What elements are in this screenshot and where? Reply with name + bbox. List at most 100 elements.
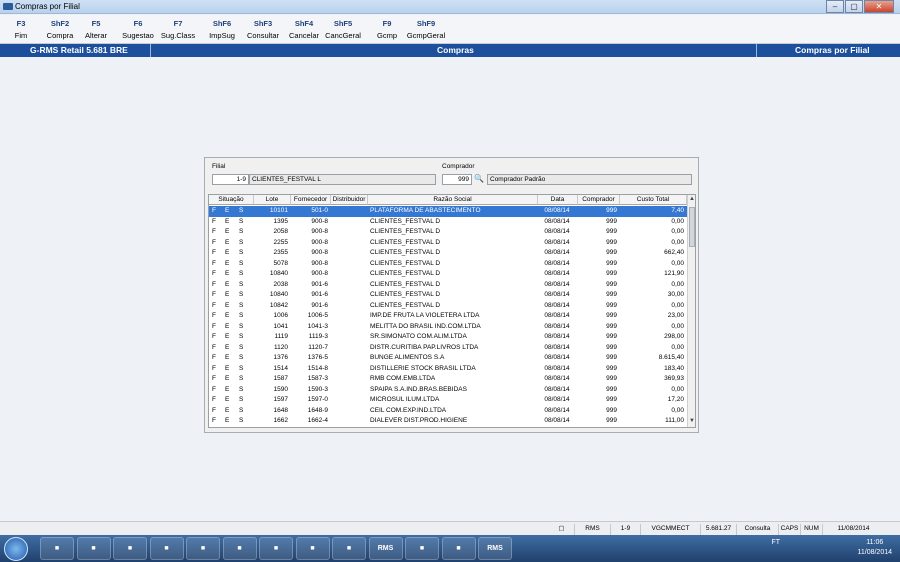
binoculars-icon[interactable]: 🔍 [474,174,484,183]
fkey-f6-button[interactable]: F6 Sugestao [116,19,160,40]
explorer-icon[interactable]: ■ [76,537,111,560]
cell-lote: 1662 [273,417,288,424]
cell-s3: S [239,417,244,424]
cell-lote: 10840 [269,270,288,277]
cell-s3: S [239,270,244,277]
fkey-shf3-button[interactable]: ShF3 Consultar [241,19,285,40]
fkey-label: Consultar [246,31,280,40]
table-row[interactable]: F E S 1587 1587-3 RMB COM.EMB.LTDA 08/08/14 999… [209,374,687,385]
cell-data: 08/08/14 [544,385,570,393]
app4-icon[interactable]: ■ [441,537,476,560]
table-row[interactable]: F E S 1376 1376-5 BUNGE ALIMENTOS S.A 08/08/14… [209,353,687,364]
cell-custo: 23,00 [667,312,684,319]
maximize-button[interactable]: ▢ [845,0,863,13]
table-row[interactable]: F E S 10840 901-6 CLIENTES_FESTVAL D 08/08/14 9… [209,290,687,301]
filial-code-field[interactable]: 1-9 [212,174,249,185]
table-row[interactable]: F E S 1514 1514-8 DISTILLERIE STOCK BRASIL LT… [209,364,687,375]
cell-comp: 999 [606,249,617,256]
cell-s1: F [212,270,216,277]
cell-s2: E [225,385,230,393]
table-row[interactable]: F E S 10840 900-8 CLIENTES_FESTVAL D 08/08/14 9… [209,269,687,280]
ie-icon[interactable]: ■ [40,537,74,560]
column-header-forn[interactable]: Fornecedor [291,195,331,205]
table-row[interactable]: F E S 10101 501-0 PLATAFORMA DE ABASTECIMENTO… [209,206,687,217]
fkey-shortcut: ShF6 [212,19,232,28]
column-header-razao[interactable]: Razão Social [368,195,538,205]
table-row[interactable]: F E S 1648 1648-9 CEIL COM.EXP.IND.LTDA 08/08/… [209,406,687,417]
cell-s2: E [225,249,230,256]
comprador-code-field[interactable]: 999 [442,174,472,185]
column-header-sit[interactable]: Situação [209,195,254,205]
table-row[interactable]: F E S 1006 1006-5 IMP.DE FRUTA LA VIOLETERA L… [209,311,687,322]
app2-icon[interactable]: ■ [295,537,330,560]
table-row[interactable]: F E S 2038 901-6 CLIENTES_FESTVAL D 08/08/14 99… [209,280,687,291]
scroll-up-icon[interactable]: ▲ [689,196,695,202]
cell-lote: 2058 [273,228,288,235]
fkey-shortcut: F5 [91,19,101,28]
cell-s1: F [212,249,216,256]
scroll-down-icon[interactable]: ▼ [689,418,695,424]
start-button[interactable] [4,537,28,561]
fkey-shortcut: ShF5 [333,19,353,28]
pdf-icon[interactable]: ■ [405,537,439,560]
fkey-shf6-button[interactable]: ShF6 ImpSug [200,19,244,40]
cell-s3: S [239,259,244,267]
fkey-label: Gcmp [376,31,397,40]
close-button[interactable]: ✕ [864,0,894,13]
cell-s1: F [212,343,216,351]
cell-razao: SR.SIMONATO COM.ALIM.LTDA [370,333,467,340]
fkey-f7-button[interactable]: F7 Sug.Class [156,19,200,40]
system-clock[interactable]: 11:06 11/08/2014 [857,538,892,558]
fkey-label: Fim [14,31,28,40]
column-header-data[interactable]: Data [538,195,578,205]
table-row[interactable]: F E S 2355 900-8 CLIENTES_FESTVAL D 08/08/14 99… [209,248,687,259]
table-row[interactable]: F E S 1119 1119-3 SR.SIMONATO COM.ALIM.LTDA 08… [209,332,687,343]
grid-scrollbar[interactable]: ▲ ▼ [687,195,695,427]
lync-icon[interactable]: ■ [186,537,220,560]
table-row[interactable]: F E S 1590 1590-3 SPAIPA S.A.IND.BRAS.BEBIDAS… [209,385,687,396]
fkey-shf5-button[interactable]: ShF5 CancGeral [321,19,365,40]
table-row[interactable]: F E S 1597 1597-0 MICROSUL ILUM.LTDA 08/08/14 9… [209,395,687,406]
minimize-button[interactable]: – [826,0,844,13]
table-row[interactable]: F E S 1662 1662-4 DIALEVER DIST.PROD.HIGIENE 0… [209,416,687,427]
column-header-custo[interactable]: Custo Total [620,195,687,205]
table-row[interactable]: F E S 2058 900-8 CLIENTES_FESTVAL D 08/08/14 99… [209,227,687,238]
compras-grid[interactable]: ▲ ▼ Situação Lote Fornecedor Distribuidor Ra… [208,194,696,428]
cell-s2: E [225,301,230,309]
table-row[interactable]: F E S 2255 900-8 CLIENTES_FESTVAL D 08/08/14 99… [209,238,687,249]
fkey-shortcut: F9 [382,19,392,28]
cell-s3: S [239,322,244,330]
status-cell: 11/08/2014 [822,524,884,535]
cell-data: 08/08/14 [544,238,570,246]
cell-lote: 1597 [273,396,288,403]
cell-forn: 1648-9 [307,406,328,414]
system-version: G-RMS Retail 5.681 BRE [30,45,128,55]
cell-lote: 2255 [273,238,288,246]
taskbar-app-rms[interactable]: RMS [478,537,512,560]
column-header-lote[interactable]: Lote [254,195,291,205]
cell-data: 08/08/14 [544,228,570,235]
column-header-comp[interactable]: Comprador [578,195,620,205]
window-icon: ▢ [558,525,565,532]
outlook-icon[interactable]: ■ [149,537,184,560]
cell-custo: 0,00 [671,406,684,414]
fkey-f5-button[interactable]: F5 Alterar [74,19,118,40]
fkey-f9-button[interactable]: F9 Gcmp [365,19,409,40]
fkey-shf9-button[interactable]: ShF9 GcmpGeral [404,19,448,40]
fkey-shf4-button[interactable]: ShF4 Cancelar [282,19,326,40]
table-row[interactable]: F E S 1120 1120-7 DISTR.CURITIBA PAP.LIVROS L… [209,343,687,354]
scroll-thumb[interactable] [689,207,695,247]
media-icon[interactable]: ■ [113,537,147,560]
table-row[interactable]: F E S 1395 900-8 CLIENTES_FESTVAL D 08/08/14 99… [209,217,687,228]
table-row[interactable]: F E S 10842 901-6 CLIENTES_FESTVAL D 08/08/14 9… [209,301,687,312]
word-icon[interactable]: ■ [259,537,293,560]
table-row[interactable]: F E S 5078 900-8 CLIENTES_FESTVAL D 08/08/14 99… [209,259,687,270]
app3-icon[interactable]: ■ [332,537,366,560]
column-header-dist[interactable]: Distribuidor [331,195,368,205]
table-row[interactable]: F E S 1041 1041-3 MELITTA DO BRASIL IND.COM.L… [209,322,687,333]
taskbar-app-rms[interactable]: RMS [368,537,403,560]
window-titlebar: Compras por Filial – ▢ ✕ [0,0,900,14]
fkey-label: Sugestao [122,31,154,40]
fkey-f3-button[interactable]: F3 Fim [0,19,43,40]
app-icon[interactable]: ■ [222,537,257,560]
